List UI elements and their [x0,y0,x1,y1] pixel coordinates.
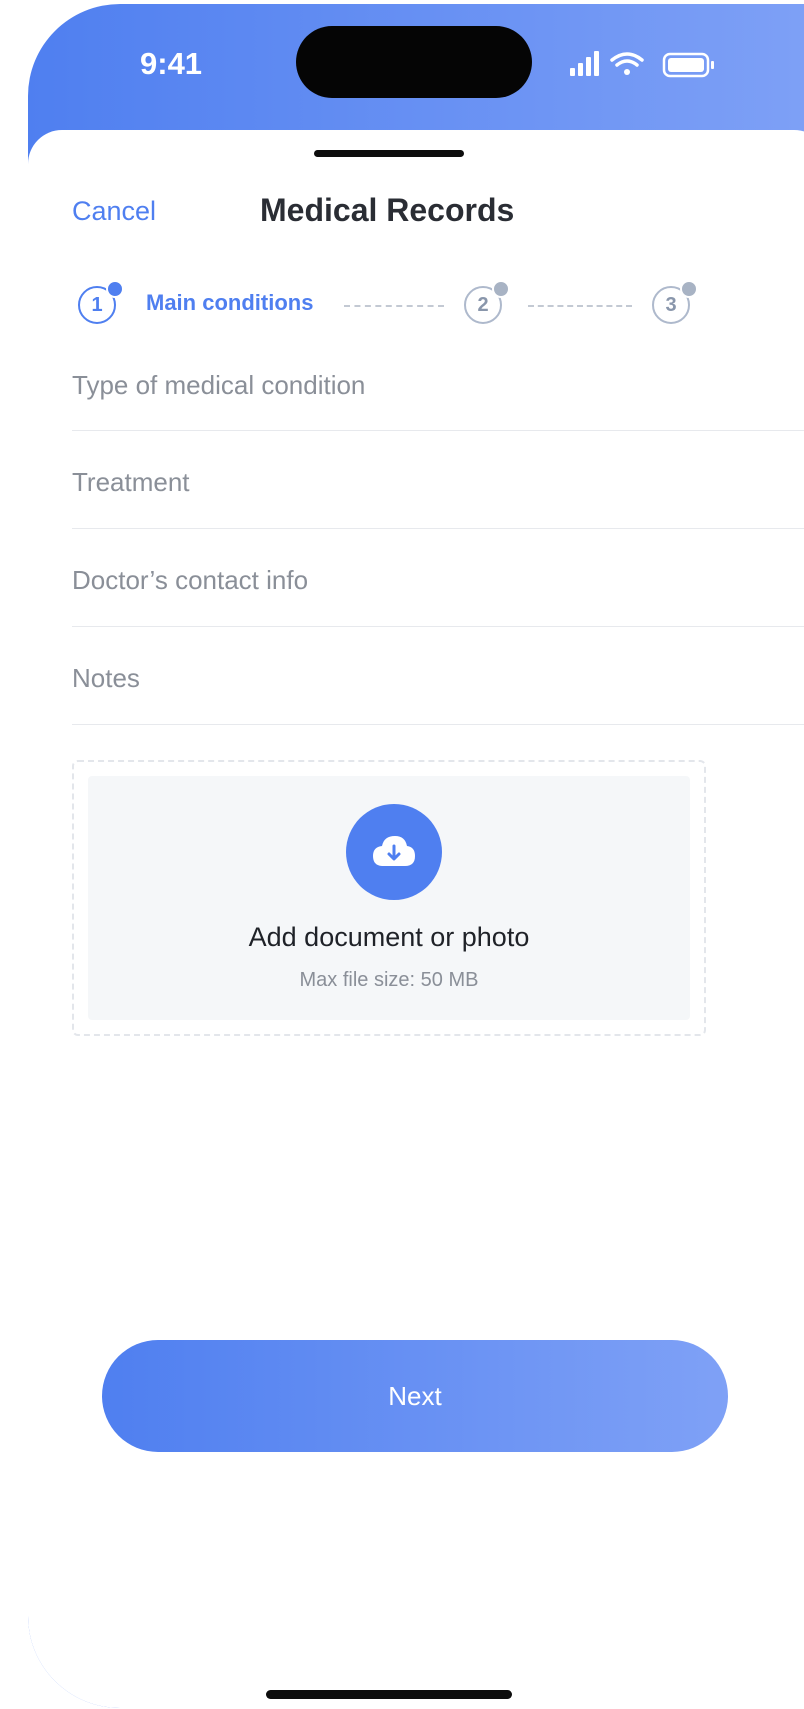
treatment-field[interactable]: Treatment [72,430,804,529]
step-2-number: 2 [477,293,489,316]
status-icons [570,51,714,78]
doctor-contact-field[interactable]: Doctor’s contact info [72,528,804,627]
upload-size-hint: Max file size: 50 MB [299,969,479,991]
treatment-placeholder: Treatment [72,467,190,497]
step-1-number: 1 [91,293,103,316]
sheet-grabber[interactable] [314,150,464,157]
cancel-button[interactable]: Cancel [72,196,156,227]
step-3-number: 3 [665,293,677,316]
dynamic-island [296,26,532,98]
step-1-label: Main conditions [146,290,314,315]
cloud-download-icon [346,804,442,900]
status-time: 9:41 [140,46,203,81]
medical-condition-placeholder: Type of medical condition [72,370,366,400]
step-1-indicator [106,280,124,298]
upload-dropzone[interactable]: Add document or photo Max file size: 50 … [72,760,706,1036]
doctor-contact-placeholder: Doctor’s contact info [72,565,309,595]
phone-screen: 9:41 Cancel Medical Records 1 Main condi… [28,4,804,1708]
step-2-indicator [492,280,510,298]
home-indicator [266,1690,512,1699]
medical-condition-field[interactable]: Type of medical condition [72,362,804,431]
step-connector-1 [344,305,444,307]
wifi-icon [610,52,644,75]
page-title: Medical Records [260,192,515,228]
step-connector-2 [528,305,632,307]
notes-field[interactable]: Notes [72,626,804,725]
battery-icon [662,52,714,78]
step-3-indicator [680,280,698,298]
signal-icon [570,51,599,76]
bottom-sheet: Cancel Medical Records 1 Main conditions… [28,130,804,1708]
upload-area: Add document or photo Max file size: 50 … [88,776,690,1020]
notes-placeholder: Notes [72,663,140,693]
next-button[interactable]: Next [102,1340,728,1452]
upload-title: Add document or photo [248,922,530,952]
